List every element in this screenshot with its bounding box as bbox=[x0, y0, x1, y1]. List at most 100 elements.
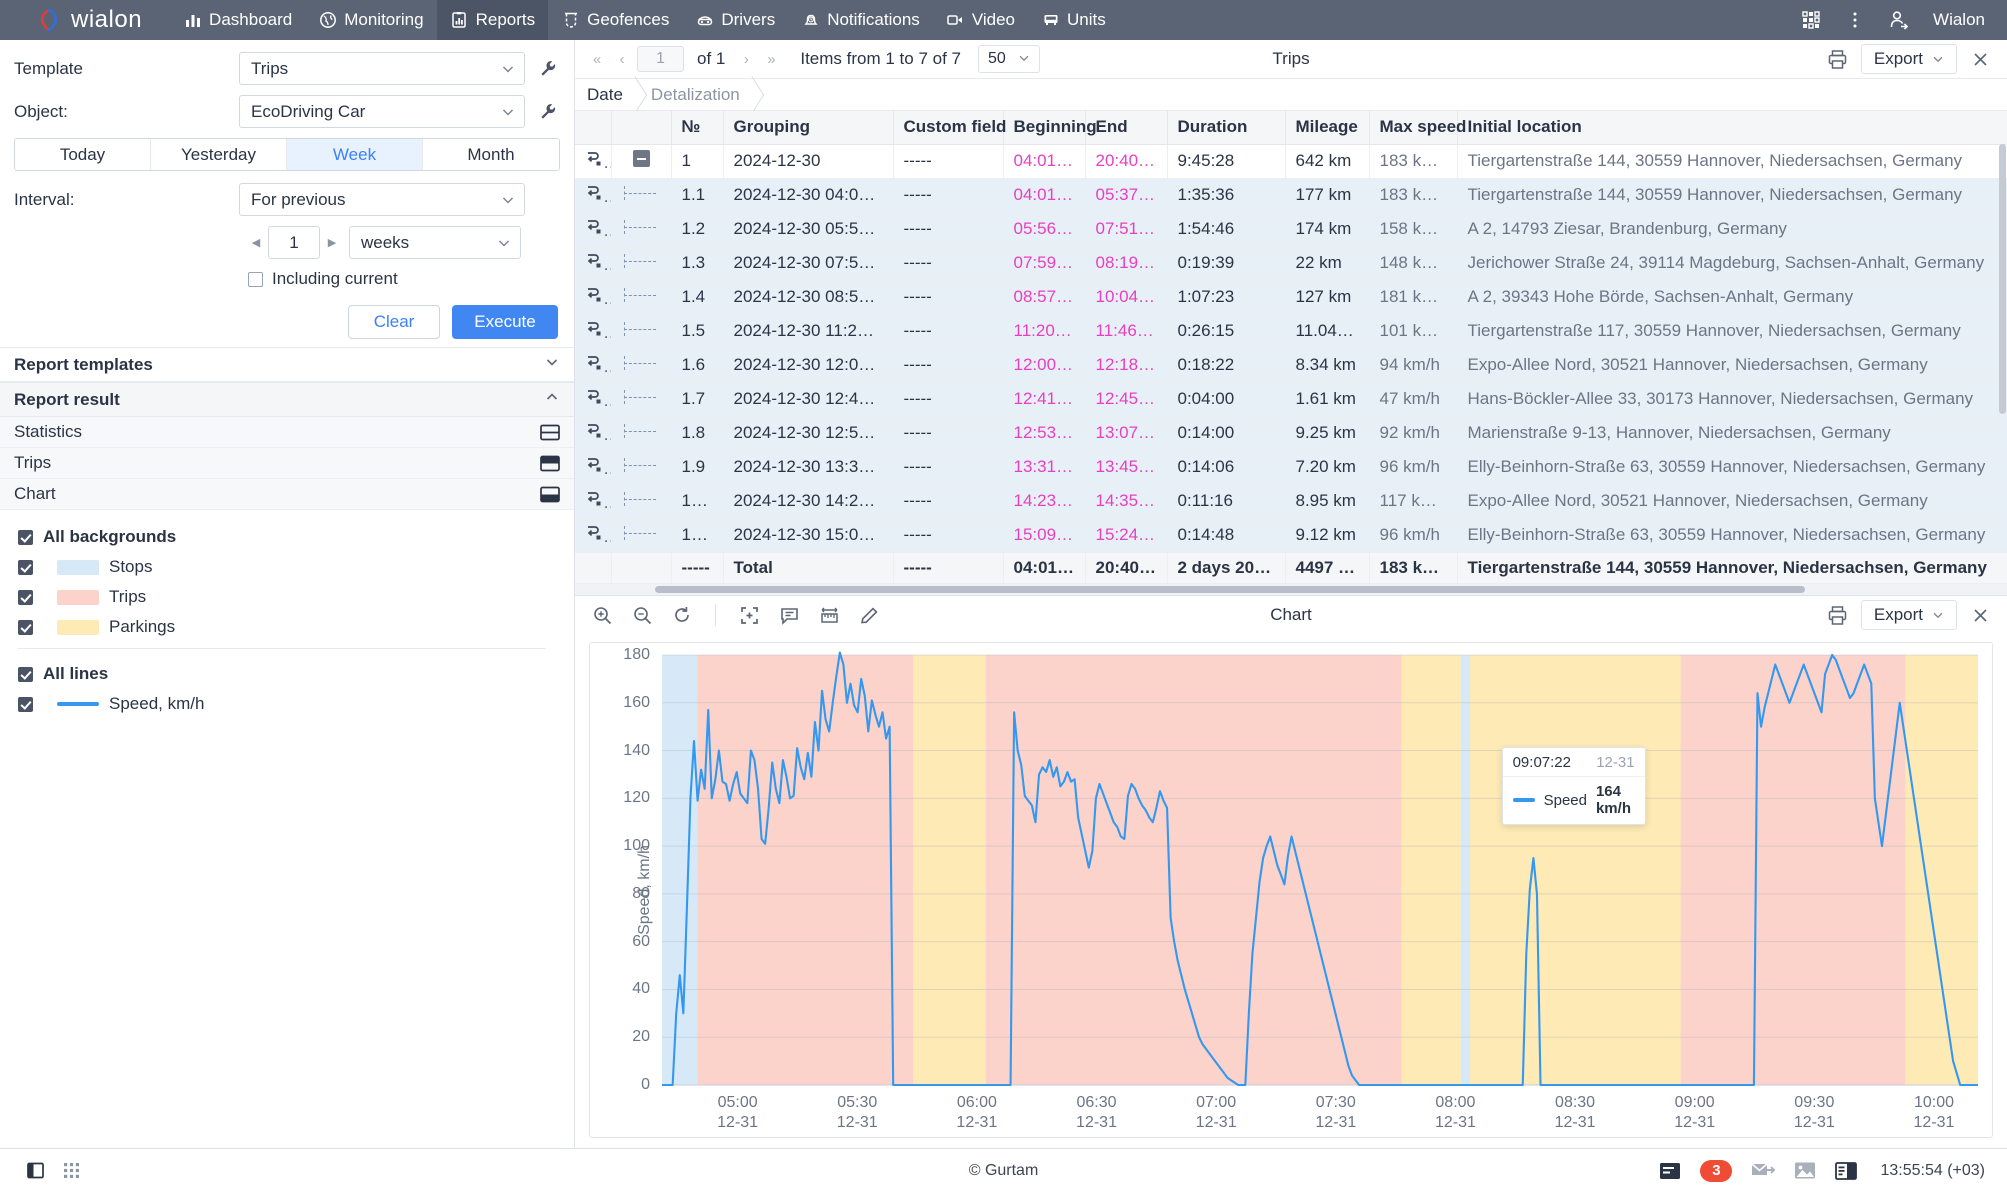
reset-zoom-icon[interactable] bbox=[669, 602, 695, 628]
clear-button[interactable]: Clear bbox=[348, 305, 440, 339]
breadcrumb-item-date[interactable]: Date bbox=[575, 79, 635, 110]
amount-input[interactable]: 1 bbox=[268, 226, 320, 259]
last-page-icon[interactable]: » bbox=[761, 49, 781, 69]
apps-grid-icon[interactable] bbox=[1799, 8, 1823, 32]
row-route-icon[interactable] bbox=[575, 484, 611, 518]
measure-icon[interactable] bbox=[816, 602, 842, 628]
range-yesterday-button[interactable]: Yesterday bbox=[151, 139, 287, 170]
table-row[interactable]: 1.82024-12-30 12:53:34-----12:53:3413:07… bbox=[575, 416, 2007, 450]
fullscreen-add-icon[interactable] bbox=[736, 602, 762, 628]
table-vertical-scrollbar[interactable] bbox=[1998, 144, 2007, 555]
nav-item-dashboard[interactable]: Dashboard bbox=[170, 0, 305, 40]
legend-all-lines[interactable]: All lines bbox=[18, 663, 560, 685]
legend-background-stops[interactable]: Stops bbox=[18, 556, 560, 578]
row-route-icon[interactable] bbox=[575, 518, 611, 552]
row-route-icon[interactable] bbox=[575, 382, 611, 416]
object-select[interactable]: EcoDriving Car bbox=[239, 95, 525, 128]
col-max-speed[interactable]: Max speed bbox=[1369, 111, 1457, 144]
table-row[interactable]: 1.112024-12-30 15:09:43-----15:09:4315:2… bbox=[575, 518, 2007, 552]
chart-plot-area[interactable]: 02040608010012014016018005:0012-3105:301… bbox=[590, 643, 1992, 1137]
chart-export-button[interactable]: Export bbox=[1861, 600, 1957, 630]
col-custom-field[interactable]: Custom field bbox=[893, 111, 1003, 144]
nav-item-monitoring[interactable]: Monitoring bbox=[305, 0, 436, 40]
row-route-icon[interactable] bbox=[575, 178, 611, 212]
col-end[interactable]: End bbox=[1085, 111, 1167, 144]
first-page-icon[interactable]: « bbox=[587, 49, 607, 69]
nav-item-video[interactable]: Video bbox=[933, 0, 1028, 40]
chart-canvas-container[interactable]: Speed, km/h 02040608010012014016018005:0… bbox=[589, 642, 1993, 1138]
legend-line-speed[interactable]: Speed, km/h bbox=[18, 693, 560, 715]
pencil-icon[interactable] bbox=[856, 602, 882, 628]
legend-background-parkings[interactable]: Parkings bbox=[18, 616, 560, 638]
template-settings-button[interactable] bbox=[536, 59, 560, 78]
row-route-icon[interactable] bbox=[575, 144, 611, 178]
nav-item-geofences[interactable]: Geofences bbox=[548, 0, 682, 40]
legend-background-trips[interactable]: Trips bbox=[18, 586, 560, 608]
next-page-icon[interactable]: › bbox=[736, 49, 756, 69]
breadcrumb-item-detalization[interactable]: Detalization bbox=[635, 79, 752, 110]
col-grouping[interactable]: Grouping bbox=[723, 111, 893, 144]
col-duration[interactable]: Duration bbox=[1167, 111, 1285, 144]
table-row[interactable]: 1.22024-12-30 05:56:23-----05:56:2307:51… bbox=[575, 212, 2007, 246]
page-number-input[interactable]: 1 bbox=[637, 46, 684, 72]
row-route-icon[interactable] bbox=[575, 314, 611, 348]
range-month-button[interactable]: Month bbox=[423, 139, 559, 170]
table-row[interactable]: 1.62024-12-30 12:00:08-----12:00:0812:18… bbox=[575, 348, 2007, 382]
panel-chart-icon[interactable] bbox=[540, 486, 560, 503]
layout-icon[interactable] bbox=[1835, 1162, 1857, 1180]
row-route-icon[interactable] bbox=[575, 416, 611, 450]
table-row[interactable]: 1.72024-12-30 12:41:11-----12:41:1112:45… bbox=[575, 382, 2007, 416]
messages-icon[interactable] bbox=[1659, 1162, 1681, 1180]
col-number[interactable]: № bbox=[671, 111, 723, 144]
stepper-decrease-icon[interactable]: ◀ bbox=[248, 232, 264, 254]
object-settings-button[interactable] bbox=[536, 102, 560, 121]
more-vertical-icon[interactable] bbox=[1843, 8, 1867, 32]
range-week-button[interactable]: Week bbox=[287, 139, 423, 170]
col-mileage[interactable]: Mileage bbox=[1285, 111, 1369, 144]
close-icon[interactable] bbox=[1967, 46, 1993, 72]
interval-select[interactable]: For previous bbox=[239, 183, 525, 216]
table-row[interactable]: 12024-12-30-----04:01:3620:40:339:45:286… bbox=[575, 144, 2007, 178]
row-route-icon[interactable] bbox=[575, 348, 611, 382]
table-row[interactable]: 1.32024-12-30 07:59:45-----07:59:4508:19… bbox=[575, 246, 2007, 280]
row-route-icon[interactable] bbox=[575, 212, 611, 246]
col-beginning[interactable]: Beginning bbox=[1003, 111, 1085, 144]
stepper-increase-icon[interactable]: ▶ bbox=[324, 232, 340, 254]
page-size-select[interactable]: 50 bbox=[978, 45, 1040, 73]
including-current-checkbox[interactable]: Including current bbox=[248, 269, 398, 289]
row-route-icon[interactable] bbox=[575, 280, 611, 314]
template-select[interactable]: Trips bbox=[239, 52, 525, 85]
user-logout-icon[interactable] bbox=[1887, 8, 1911, 32]
table-row[interactable]: 1.102024-12-30 14:23:46-----14:23:4614:3… bbox=[575, 484, 2007, 518]
table-row[interactable]: 1.12024-12-30 04:01:36-----04:01:3605:37… bbox=[575, 178, 2007, 212]
grid-toggle-icon[interactable] bbox=[63, 1162, 80, 1179]
execute-button[interactable]: Execute bbox=[452, 305, 558, 339]
legend-all-backgrounds[interactable]: All backgrounds bbox=[18, 526, 560, 548]
row-collapse-toggle[interactable] bbox=[611, 144, 671, 178]
col-initial-location[interactable]: Initial location bbox=[1457, 111, 2007, 144]
scrollbar-thumb[interactable] bbox=[655, 586, 1805, 593]
nav-item-units[interactable]: Units bbox=[1028, 0, 1119, 40]
table-row[interactable]: 1.52024-12-30 11:20:14-----11:20:1411:46… bbox=[575, 314, 2007, 348]
panel-toggle-icon[interactable] bbox=[26, 1161, 45, 1180]
result-item-chart[interactable]: Chart bbox=[0, 479, 574, 510]
messages-count-badge[interactable]: 3 bbox=[1700, 1160, 1732, 1182]
result-item-statistics[interactable]: Statistics bbox=[0, 417, 574, 448]
nav-item-drivers[interactable]: Drivers bbox=[682, 0, 788, 40]
scrollbar-thumb[interactable] bbox=[1999, 144, 2006, 414]
mail-forward-icon[interactable] bbox=[1751, 1161, 1775, 1180]
report-templates-accordion[interactable]: Report templates bbox=[0, 347, 574, 382]
prev-page-icon[interactable]: ‹ bbox=[612, 49, 632, 69]
brand-logo[interactable]: wialon bbox=[0, 6, 170, 34]
result-item-trips[interactable]: Trips bbox=[0, 448, 574, 479]
zoom-out-icon[interactable] bbox=[629, 602, 655, 628]
printer-icon[interactable] bbox=[1825, 46, 1851, 72]
row-route-icon[interactable] bbox=[575, 450, 611, 484]
export-button[interactable]: Export bbox=[1861, 44, 1957, 74]
printer-icon[interactable] bbox=[1825, 602, 1851, 628]
range-today-button[interactable]: Today bbox=[15, 139, 151, 170]
interval-unit-select[interactable]: weeks bbox=[349, 226, 521, 259]
panel-bottom-icon[interactable] bbox=[540, 455, 560, 472]
zoom-in-icon[interactable] bbox=[589, 602, 615, 628]
nav-item-reports[interactable]: Reports bbox=[437, 0, 549, 40]
